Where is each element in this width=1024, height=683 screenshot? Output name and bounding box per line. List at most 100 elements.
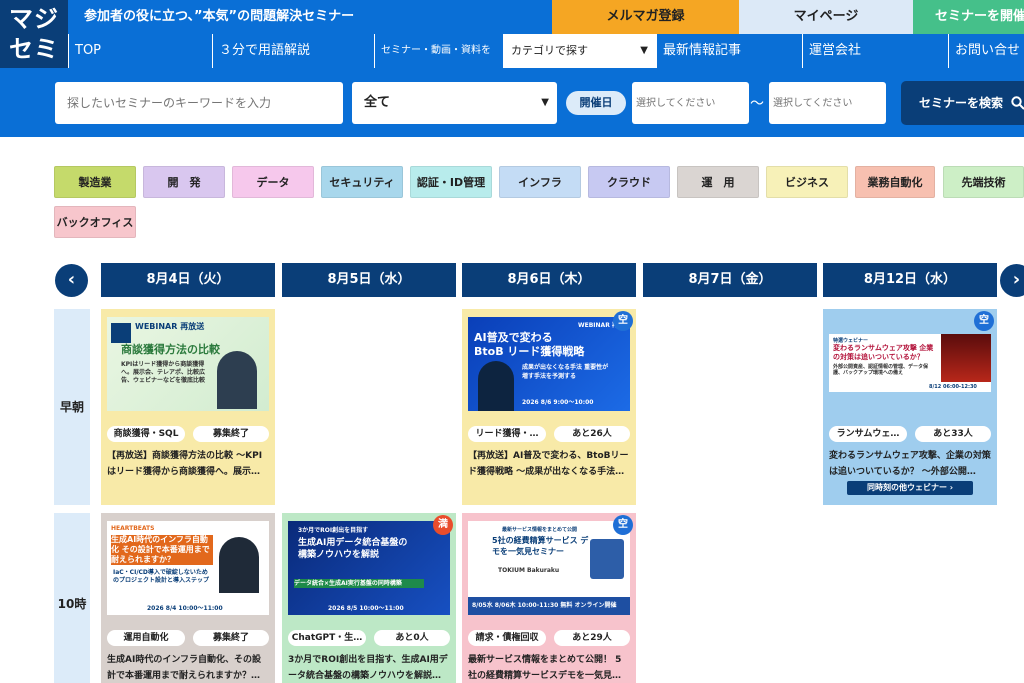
category-select-value: カテゴリで探す [511,44,588,57]
full-badge: 満 [433,515,453,535]
nav-item-contact[interactable]: お問い合せ [948,34,1024,68]
availability-badge: 空 [974,311,994,331]
topic-tag: ランサムウェ… [829,426,907,442]
thumb-headline: 生成AI時代のインフラ自動化 その設計で本番運用まで耐えられますか？ [111,535,213,565]
device-illustration [590,539,624,579]
status-tag: あと26人 [554,426,630,442]
category-chip[interactable]: インフラ [499,166,581,198]
category-select[interactable]: カテゴリで探す ▼ [503,34,656,68]
category-chip[interactable]: セキュリティ [321,166,403,198]
category-chip[interactable]: 開 発 [143,166,225,198]
topic-tag: ChatGPT・生… [288,630,366,646]
thumb-headline: 変わるランサムウェア攻撃 企業の対策は追いついているか？ [833,344,934,361]
thumb-kicker: 3か月でROI創出を目指す [298,527,369,534]
search-icon [1011,96,1024,110]
thumb-subtitle: KPIはリード獲得から商談獲得へ。展示会、テレアポ、比較広告、ウェビナーなどを徹… [121,361,206,384]
site-tagline: 参加者の役に立つ、”本気”の問題解決セミナー [84,9,355,24]
category-chip[interactable]: バックオフィス [54,206,136,238]
seminar-card[interactable]: WEBINAR 再放送 AI普及で変わる BtoB リード獲得戦略 成果が出なく… [462,309,636,505]
nav-item-glossary[interactable]: ３分で用語解説 [212,34,374,68]
keyword-search-input[interactable] [55,82,343,124]
seminar-title[interactable]: 3か月でROI創出を目指す、生成AI用データ統合基盤の構築ノウハウを解説… [288,652,450,683]
host-seminar-button[interactable]: セミナーを開催 [913,0,1024,34]
caret-down-icon: ▼ [541,97,549,108]
day-header: 8月7日（金） [643,263,817,297]
seminar-thumbnail: WEBINAR 再放送 商談獲得方法の比較 KPIはリード獲得から商談獲得へ。展… [107,317,269,411]
seminar-thumbnail: WEBINAR 再放送 AI普及で変わる BtoB リード獲得戦略 成果が出なく… [468,317,630,411]
topic-tag: 商談獲得・SQL [107,426,185,442]
category-chip[interactable]: 製造業 [54,166,136,198]
seminar-title[interactable]: 【再放送】AI普及で変わる、BtoBリード獲得戦略 ～成果が出なくなる手法… [468,448,630,480]
day-header: 8月12日（水） [823,263,997,297]
next-week-button[interactable]: › [1000,264,1024,297]
thumb-date: 8/05水 8/06木 10:00-11:30 無料 オンライン開催 [468,597,630,615]
thumb-subtitle: データ統合×生成AI実行基盤の同時構築 [294,579,424,588]
seminar-card[interactable]: 最新サービス情報をまとめて公開 5社の経費精算サービス デモを一気見セミナー T… [462,513,636,683]
category-chip[interactable]: クラウド [588,166,670,198]
thumb-subtitle: 成果が出なくなる手法 重要性が増す手法を予測する [522,364,609,380]
seminar-card[interactable]: 特選ウェビナー 変わるランサムウェア攻撃 企業の対策は追いついているか？ 外部公… [823,309,997,505]
status-tag: 募集終了 [193,426,269,442]
status-tag: あと29人 [554,630,630,646]
security-illustration [941,334,991,382]
date-label-pill: 開催日 [566,91,626,115]
day-header: 8月5日（水） [282,263,456,297]
speaker-photo [219,537,259,593]
thumb-subtitle: IaC・CI/CD導入で破綻しないためのプロジェクト設計と導入ステップ [113,569,210,584]
seminar-title[interactable]: 変わるランサムウェア攻撃、企業の対策は追いついているか？ ～外部公開… [829,448,991,480]
seminar-card[interactable]: WEBINAR 再放送 商談獲得方法の比較 KPIはリード獲得から商談獲得へ。展… [101,309,275,505]
thumb-headline: AI普及で変わる BtoB リード獲得戦略 [474,331,585,358]
thumb-date: 2026 8/5 10:00～11:00 [328,605,404,612]
seminar-thumbnail: 最新サービス情報をまとめて公開 5社の経費精算サービス デモを一気見セミナー T… [468,521,630,615]
seminar-type-value: 全て [364,95,391,110]
logo-line2: セミ [9,35,59,63]
nav-item-top[interactable]: TOP [68,34,212,68]
topic-tag: リード獲得・… [468,426,546,442]
chevron-right-icon: › [1012,269,1021,290]
thumb-headline: 商談獲得方法の比較 [121,343,220,356]
seminar-card[interactable]: HEARTBEATS 生成AI時代のインフラ自動化 その設計で本番運用まで耐えら… [101,513,275,683]
search-button-label: セミナーを検索 [919,96,1004,110]
availability-badge: 空 [613,311,633,331]
time-slot-label: 10時 [54,513,90,683]
caret-down-icon: ▼ [640,45,648,56]
thumb-date: 8/12 06:00-12:30 [929,384,977,390]
date-from-input[interactable] [632,82,749,124]
status-tag: あと0人 [374,630,450,646]
seminar-type-select[interactable]: 全て ▼ [352,82,557,124]
seminar-card[interactable]: 3か月でROI創出を目指す 生成AI用データ統合基盤の構築ノウハウを解説 データ… [282,513,456,683]
seminar-title[interactable]: 最新サービス情報をまとめて公開！ 5社の経費精算サービスデモを一気見… [468,652,630,683]
category-chip[interactable]: 運 用 [677,166,759,198]
thumb-kicker: HEARTBEATS [111,525,155,532]
date-to-input[interactable] [769,82,886,124]
category-chip[interactable]: ビジネス [766,166,848,198]
prev-week-button[interactable]: ‹ [55,264,88,297]
status-tag: あと33人 [915,426,991,442]
category-chip[interactable]: 認証・ID管理 [410,166,492,198]
newsletter-button[interactable]: メルマガ登録 [552,0,739,34]
day-header: 8月4日（火） [101,263,275,297]
site-logo[interactable]: マジ セミ [0,0,68,68]
status-tag: 募集終了 [193,630,269,646]
date-range-separator: 〜 [750,96,764,112]
availability-badge: 空 [613,515,633,535]
category-chip[interactable]: 業務自動化 [855,166,935,198]
nav-item-browse[interactable]: セミナー・動画・資料を [374,34,503,68]
mypage-button[interactable]: マイページ [739,0,913,34]
category-chip[interactable]: 先端技術 [943,166,1024,198]
thumb-subtitle: TOKIUM Bakuraku [498,567,560,574]
nav-item-company[interactable]: 運営会社 [802,34,948,68]
thumb-subtitle: 外部公開資産、認証情報の管理、データ保護、バックアップ環境への備え [833,364,929,376]
nav-item-articles[interactable]: 最新情報記事 [656,34,802,68]
same-time-webinars-button[interactable]: 同時刻の他ウェビナー › [847,481,973,495]
main-nav: TOP ３分で用語解説 セミナー・動画・資料を カテゴリで探す ▼ 最新情報記事… [68,34,1024,68]
speaker-photo [478,361,514,411]
thumb-date: 2026 8/6 9:00～10:00 [522,399,594,406]
category-chip[interactable]: データ [232,166,314,198]
search-button[interactable]: セミナーを検索 [901,81,1024,125]
time-slot-label: 早朝 [54,309,90,505]
seminar-title[interactable]: 【再放送】商談獲得方法の比較 ～KPIはリード獲得から商談獲得へ。展示… [107,448,269,480]
seminar-thumbnail: HEARTBEATS 生成AI時代のインフラ自動化 その設計で本番運用まで耐えら… [107,521,269,615]
seminar-title[interactable]: 生成AI時代のインフラ自動化、その設計で本番運用まで耐えられますか？… [107,652,269,683]
topic-tag: 運用自動化 [107,630,185,646]
